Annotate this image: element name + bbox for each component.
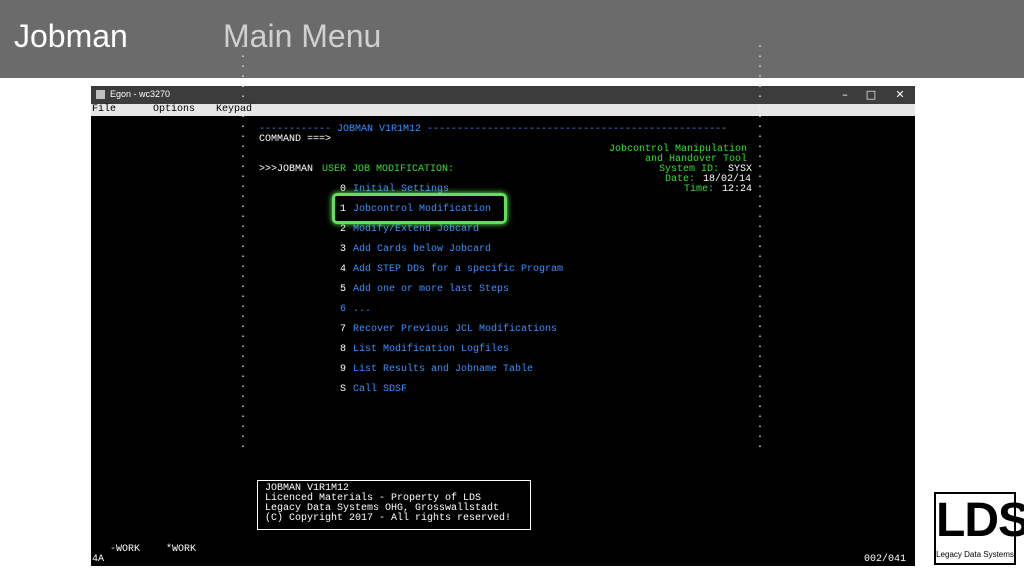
breadcrumb-title: USER JOB MODIFICATION:	[322, 164, 455, 175]
menu-keypad[interactable]: Keypad	[216, 104, 252, 116]
menu-bar: File Options Keypad	[91, 104, 915, 116]
menu-item-call-sdsf[interactable]: Call SDSF	[353, 385, 407, 395]
operator-info-area: 4A 002/041	[91, 554, 915, 566]
menu-item-list-results[interactable]: List Results and Jobname Table	[353, 365, 533, 375]
right-field-border: . . . . . . . . . . . . . . . . . . . . …	[757, 40, 764, 451]
selection-highlight	[332, 193, 507, 224]
menu-key-3[interactable]: 3	[340, 245, 346, 255]
menu-item-modify-jobcard[interactable]: Modify/Extend Jobcard	[353, 225, 479, 235]
menu-item-ellipsis[interactable]: ...	[353, 305, 371, 315]
logo-subtitle: Legacy Data Systems	[936, 550, 1014, 559]
menu-item-add-step-dds[interactable]: Add STEP DDs for a specific Program	[353, 265, 563, 275]
menu-options[interactable]: Options	[153, 104, 195, 116]
menu-item-add-cards[interactable]: Add Cards below Jobcard	[353, 245, 491, 255]
logo-letters: LDS	[936, 494, 1024, 547]
close-button[interactable]: ✕	[890, 88, 910, 102]
oia-session: 4A	[92, 554, 105, 565]
maximize-button[interactable]: □	[861, 88, 881, 102]
section-title: Main Menu	[223, 18, 382, 54]
minimize-button[interactable]: –	[835, 88, 855, 102]
menu-key-8[interactable]: 8	[340, 345, 346, 355]
info-line-4: (C) Copyright 2017 - All rights reserved…	[265, 513, 512, 524]
menu-key-9[interactable]: 9	[340, 365, 346, 375]
time-label: Time:	[684, 184, 715, 195]
app-icon	[96, 90, 105, 99]
header-banner: Jobman Main Menu	[0, 0, 1024, 78]
menu-file[interactable]: File	[92, 104, 116, 116]
menu-key-7[interactable]: 7	[340, 325, 346, 335]
menu-key-s[interactable]: S	[340, 385, 346, 395]
menu-item-list-logfiles[interactable]: List Modification Logfiles	[353, 345, 509, 355]
menu-key-5[interactable]: 5	[340, 285, 346, 295]
window-title: Egon - wc3270	[110, 89, 171, 99]
cursor-position: 002/041	[864, 554, 907, 565]
menu-item-add-last-steps[interactable]: Add one or more last Steps	[353, 285, 509, 295]
app-title: Jobman	[14, 18, 128, 54]
time-value: 12:24	[722, 184, 753, 195]
menu-key-4[interactable]: 4	[340, 265, 346, 275]
command-prompt: COMMAND ===>	[259, 134, 332, 145]
breadcrumb-prefix: >>>JOBMAN	[259, 164, 314, 175]
window-titlebar: Egon - wc3270 – □ ✕	[91, 86, 915, 104]
menu-key-2[interactable]: 2	[340, 225, 346, 235]
menu-key-6[interactable]: 6	[340, 305, 346, 315]
menu-item-recover-jcl[interactable]: Recover Previous JCL Modifications	[353, 325, 557, 335]
left-field-border: . . . . . . . . . . . . . . . . . . . . …	[240, 40, 247, 451]
lds-logo: LDS Legacy Data Systems	[934, 492, 1024, 565]
